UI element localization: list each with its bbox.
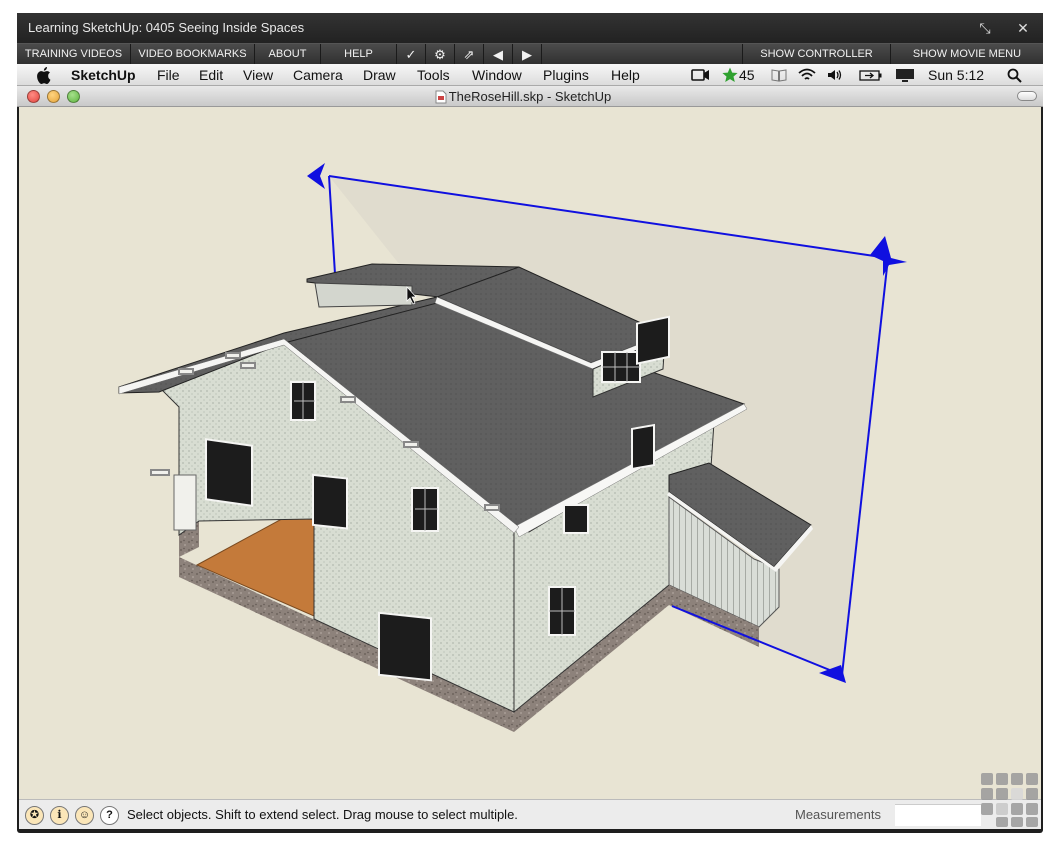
zoom-window-button[interactable] [67, 90, 80, 103]
checkmark-icon[interactable]: ✓ [397, 44, 426, 65]
menu-draw[interactable]: Draw [363, 64, 396, 86]
document-icon [435, 90, 447, 104]
menu-plugins[interactable]: Plugins [543, 64, 589, 86]
battery-icon[interactable] [859, 70, 883, 81]
section-arrow-icon[interactable] [307, 163, 325, 189]
gear-icon[interactable]: ⚙ [426, 44, 455, 65]
book-icon[interactable] [771, 69, 787, 82]
status-message: Select objects. Shift to extend select. … [127, 807, 518, 822]
next-triangle-icon[interactable]: ▶ [513, 44, 542, 65]
player-title-bar: Learning SketchUp: 0405 Seeing Inside Sp… [17, 13, 1043, 43]
menu-view[interactable]: View [243, 64, 273, 86]
player-toolbar: TRAINING VIDEOS VIDEO BOOKMARKS ABOUT HE… [17, 43, 1043, 65]
minimize-window-button[interactable] [47, 90, 60, 103]
menu-camera[interactable]: Camera [293, 64, 343, 86]
apple-logo-icon[interactable] [37, 66, 53, 84]
shrink-arrows-icon[interactable]: ⤡ [975, 13, 995, 43]
show-movie-menu-button[interactable]: SHOW MOVIE MENU [891, 44, 1043, 65]
star-count: 45 [739, 67, 755, 83]
rear-dormer-wall [314, 282, 413, 308]
document-title: TheRoseHill.skp - SketchUp [448, 89, 612, 104]
sketchup-3d-viewport[interactable] [19, 107, 1041, 799]
geo-location-icon[interactable]: ✪ [25, 806, 44, 825]
display-icon[interactable] [895, 68, 915, 83]
popout-icon[interactable]: ⇗ [455, 44, 484, 65]
toolbar-spacer [542, 44, 743, 65]
document-title-bar: TheRoseHill.skp - SketchUp [17, 86, 1043, 107]
help-question-icon[interactable]: ? [100, 806, 119, 825]
toolbar-toggle-button[interactable] [1017, 91, 1037, 101]
app-menu-sketchup[interactable]: SketchUp [71, 64, 136, 86]
porch-column [173, 474, 197, 531]
training-videos-button[interactable]: TRAINING VIDEOS [17, 44, 131, 65]
camcorder-icon[interactable] [691, 69, 710, 81]
menu-window[interactable]: Window [472, 64, 522, 86]
mac-menu-bar: SketchUp File Edit View Camera Draw Tool… [17, 64, 1043, 86]
previous-triangle-icon[interactable]: ◀ [484, 44, 513, 65]
menubar-clock[interactable]: Sun 5:12 [928, 64, 984, 86]
measurements-input[interactable] [895, 804, 981, 826]
player-title: Learning SketchUp: 0405 Seeing Inside Sp… [28, 20, 305, 35]
show-controller-button[interactable]: SHOW CONTROLLER [743, 44, 891, 65]
model-canvas[interactable] [19, 107, 1041, 799]
menu-tools[interactable]: Tools [417, 64, 450, 86]
spotlight-search-icon[interactable] [1007, 68, 1022, 83]
star-icon[interactable] [722, 67, 738, 83]
help-button[interactable]: HELP [321, 44, 397, 65]
credits-icon[interactable]: ℹ [50, 806, 69, 825]
wifi-icon[interactable] [797, 68, 817, 82]
close-x-icon[interactable]: ✕ [1013, 13, 1033, 43]
status-bar: ✪ ℹ ☺ ? Select objects. Shift to extend … [19, 799, 1041, 829]
measurements-label: Measurements [795, 807, 881, 822]
menu-edit[interactable]: Edit [199, 64, 223, 86]
close-window-button[interactable] [27, 90, 40, 103]
menu-file[interactable]: File [157, 64, 180, 86]
user-icon[interactable]: ☺ [75, 806, 94, 825]
volume-icon[interactable] [827, 69, 843, 81]
video-bookmarks-button[interactable]: VIDEO BOOKMARKS [131, 44, 255, 65]
menu-help[interactable]: Help [611, 64, 640, 86]
video-player-window: Learning SketchUp: 0405 Seeing Inside Sp… [17, 13, 1043, 833]
about-button[interactable]: ABOUT [255, 44, 321, 65]
resize-grip-icon[interactable] [979, 771, 1041, 829]
